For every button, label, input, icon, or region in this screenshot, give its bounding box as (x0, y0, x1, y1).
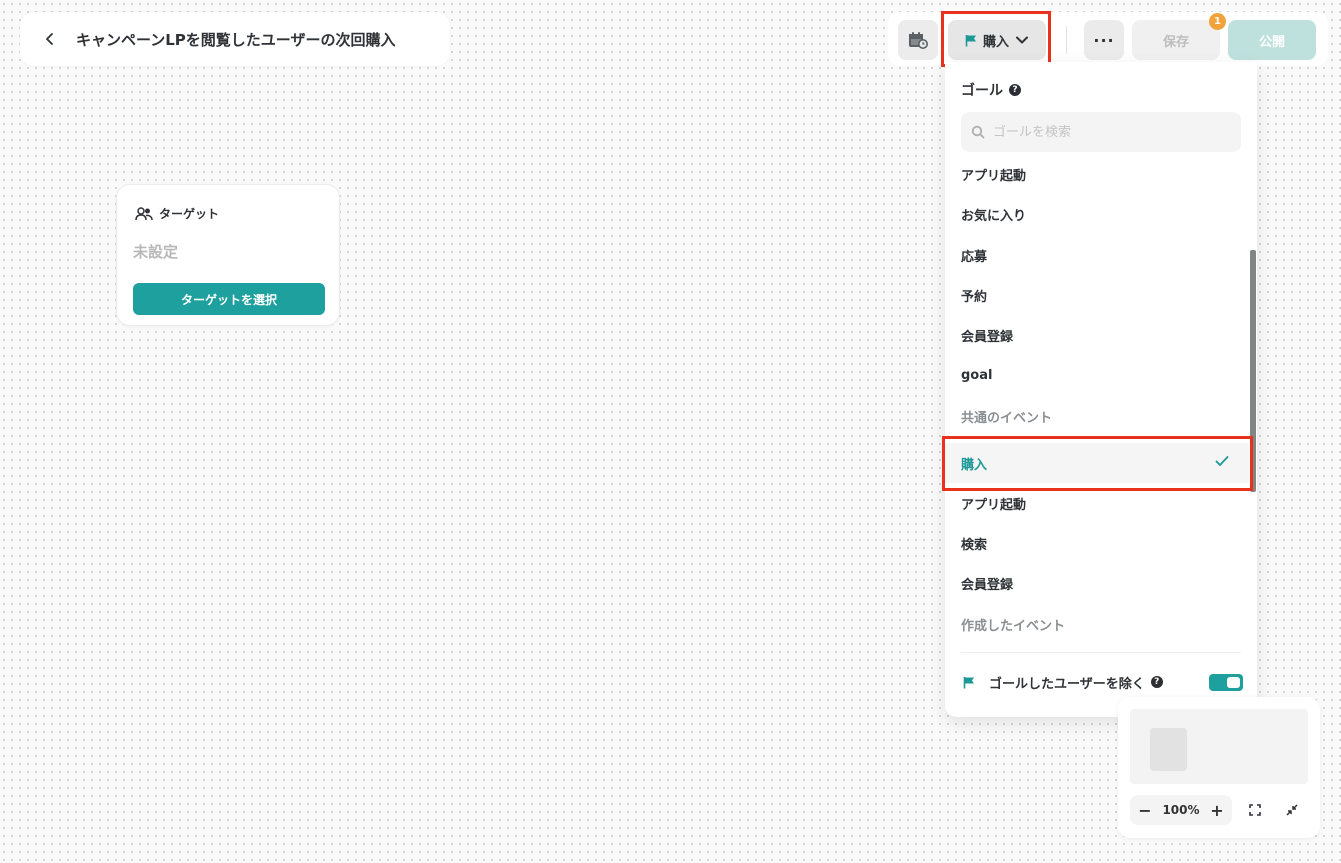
more-options-button[interactable]: ··· (1084, 20, 1124, 60)
zoom-out-button[interactable]: − (1138, 801, 1152, 820)
publish-button[interactable]: 公開 (1228, 20, 1316, 60)
toolbar-divider (1066, 26, 1067, 54)
zoom-level: 100% (1162, 803, 1200, 817)
users-icon (135, 206, 153, 220)
page-title: キャンペーンLPを閲覧したユーザーの次回購入 (76, 30, 396, 49)
title-card: キャンペーンLPを閲覧したユーザーの次回購入 (20, 12, 450, 66)
save-button[interactable]: 保存 (1132, 20, 1220, 60)
help-icon[interactable]: ? (1150, 676, 1163, 688)
flag-icon (965, 34, 976, 46)
search-icon (971, 125, 985, 139)
exclude-goal-users-toggle[interactable] (1209, 674, 1243, 691)
calendar-clock-icon (909, 32, 928, 49)
goal-item-goal[interactable]: goal (945, 355, 1249, 395)
common-item-app-launch[interactable]: アプリ起動 (945, 483, 1249, 523)
zoom-controls: − 100% + (1130, 795, 1232, 825)
dropdown-separator (961, 652, 1241, 653)
section-created-events: 作成したイベント (961, 619, 1066, 634)
common-item-purchase[interactable]: 購入 (945, 443, 1249, 483)
schedule-button[interactable] (898, 20, 938, 60)
exclude-goal-users-row: ゴールしたユーザーを除く ? (963, 668, 1243, 696)
goal-list: アプリ起動 お気に入り 応募 予約 会員登録 goal 共通のイベント 購入 ア… (945, 154, 1249, 654)
goal-item-app-launch[interactable]: アプリ起動 (945, 154, 1249, 194)
minimap: − 100% + (1118, 697, 1320, 838)
check-icon (1215, 456, 1229, 466)
dropdown-heading-label: ゴール (961, 83, 1003, 99)
minimap-node (1150, 728, 1187, 771)
dropdown-heading: ゴール ? (961, 80, 1021, 100)
target-card: ターゲット 未設定 ターゲットを選択 (116, 184, 340, 326)
fit-view-button[interactable] (1246, 801, 1264, 819)
target-value: 未設定 (133, 243, 179, 261)
help-icon[interactable]: ? (1009, 84, 1021, 96)
toggle-knob (1227, 677, 1240, 688)
chevron-down-icon (1016, 36, 1028, 44)
goal-item-apply[interactable]: 応募 (945, 235, 1249, 275)
goal-button-label: 購入 (982, 34, 1009, 50)
goal-item-reservation[interactable]: 予約 (945, 275, 1249, 315)
save-badge: 1 (1209, 13, 1226, 30)
goal-search-input[interactable] (993, 124, 1233, 140)
goal-item-registration[interactable]: 会員登録 (945, 315, 1249, 355)
minimap-viewport[interactable] (1130, 709, 1308, 784)
collapse-button[interactable] (1283, 801, 1301, 819)
collapse-icon (1286, 804, 1298, 816)
zoom-in-button[interactable]: + (1210, 801, 1224, 820)
target-header: ターゲット (135, 205, 219, 222)
chevron-left-icon (46, 33, 53, 45)
target-label: ターゲット (159, 207, 220, 221)
dropdown-scrollbar[interactable] (1250, 250, 1256, 492)
back-button[interactable] (38, 27, 62, 51)
expand-icon (1249, 804, 1261, 816)
section-common-events: 共通のイベント (961, 411, 1053, 426)
flag-icon (963, 676, 974, 688)
common-item-search[interactable]: 検索 (945, 523, 1249, 563)
common-item-purchase-label: 購入 (961, 457, 988, 473)
common-item-registration[interactable]: 会員登録 (945, 563, 1249, 603)
select-target-button[interactable]: ターゲットを選択 (133, 283, 325, 315)
exclude-goal-users-label: ゴールしたユーザーを除く (989, 676, 1145, 692)
goal-search (961, 112, 1241, 152)
goal-dropdown-button[interactable]: 購入 (948, 20, 1046, 60)
goal-item-favorite[interactable]: お気に入り (945, 194, 1249, 234)
goal-dropdown: ゴール ? アプリ起動 お気に入り 応募 予約 会員登録 goal 共通のイベン… (945, 62, 1257, 717)
